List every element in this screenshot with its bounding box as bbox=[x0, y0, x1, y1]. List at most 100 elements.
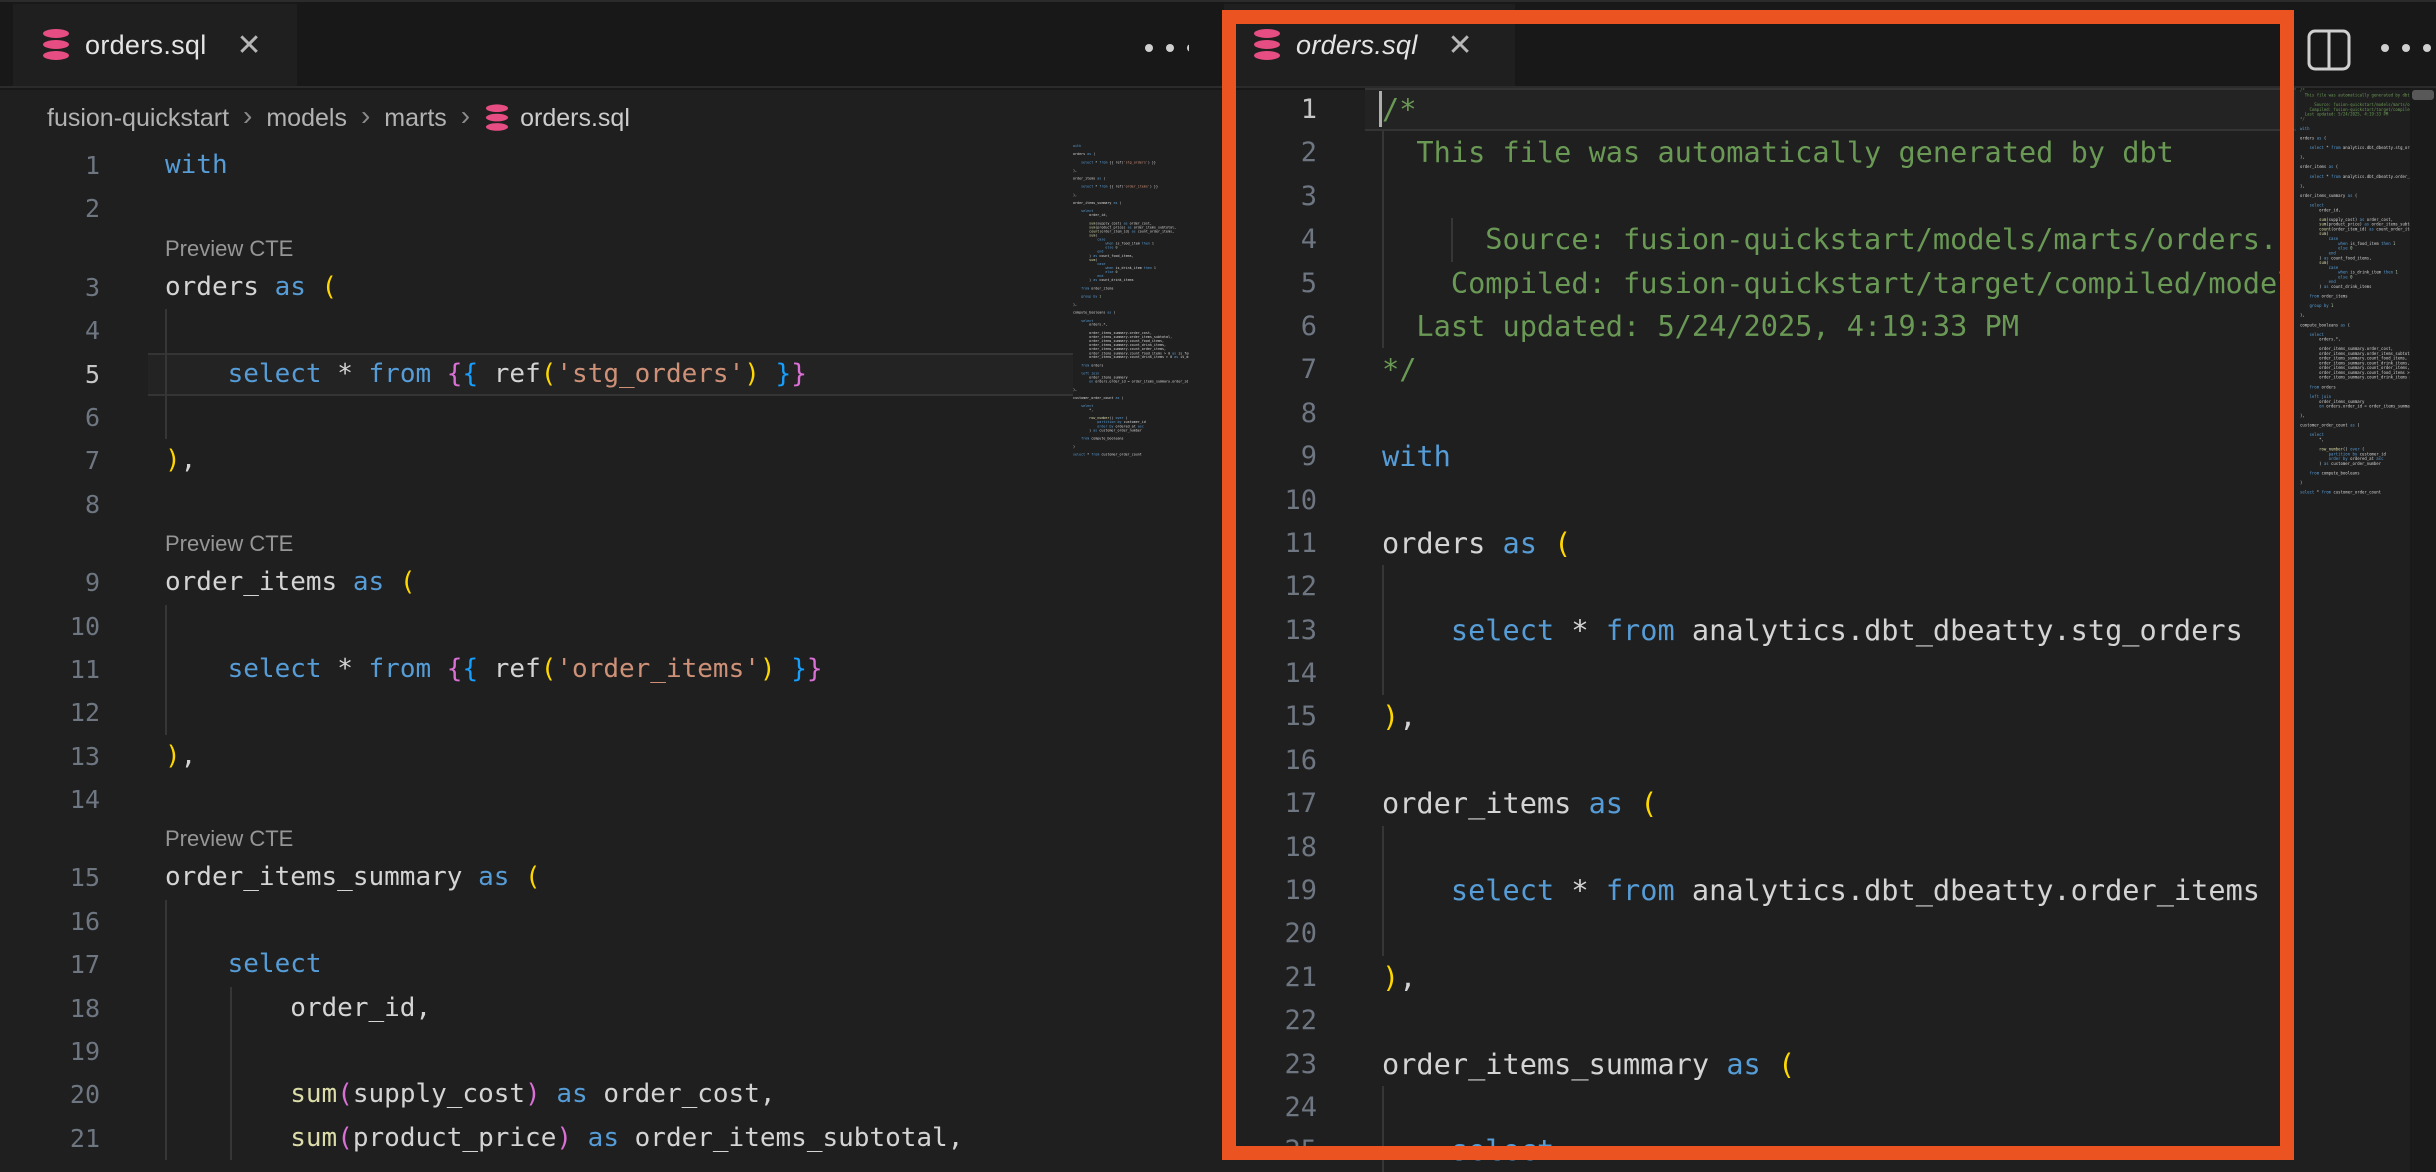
code-token: * bbox=[2324, 174, 2331, 179]
code-line[interactable]: 3 bbox=[1189, 175, 2296, 218]
code-line[interactable]: 10 bbox=[0, 605, 1073, 648]
right-minimap[interactable]: /* This file was automatically generated… bbox=[2300, 88, 2410, 1172]
code-line[interactable]: 12 bbox=[0, 691, 1073, 734]
code-line[interactable]: 19 bbox=[0, 1030, 1073, 1073]
code-line[interactable]: 20 bbox=[1189, 912, 2296, 955]
more-actions-icon[interactable] bbox=[2381, 44, 2431, 52]
code-line[interactable]: 13 select * from analytics.dbt_dbeatty.s… bbox=[1189, 609, 2296, 652]
code-token: as bbox=[478, 862, 509, 892]
code-line[interactable]: 7*/ bbox=[1189, 348, 2296, 391]
line-number: 8 bbox=[0, 483, 100, 526]
code-token: with bbox=[2300, 126, 2310, 131]
minimap-line: order_items_summary as ( bbox=[2300, 193, 2336, 198]
chevron-right-icon: › bbox=[243, 100, 252, 132]
code-line[interactable]: 11 select * from {{ ref('order_items') }… bbox=[0, 648, 1073, 691]
code-token: 0 bbox=[2348, 275, 2353, 280]
code-token: ref bbox=[478, 359, 541, 389]
code-line[interactable]: 2 bbox=[0, 187, 1073, 230]
tab-orders-sql-left[interactable]: orders.sql ✕ bbox=[13, 4, 297, 86]
code-line[interactable]: 7), bbox=[0, 439, 1073, 482]
close-icon[interactable]: ✕ bbox=[237, 28, 262, 63]
code-token bbox=[2300, 385, 2310, 390]
line-number: 16 bbox=[1189, 739, 1317, 782]
code-line[interactable]: 16 bbox=[0, 900, 1073, 943]
code-token bbox=[776, 654, 792, 684]
code-text: order_items_summary as ( bbox=[165, 856, 541, 899]
code-token bbox=[2300, 145, 2310, 150]
code-line[interactable]: 14 bbox=[1189, 652, 2296, 695]
code-line[interactable]: 6 Last updated: 5/24/2025, 4:19:33 PM bbox=[1189, 305, 2296, 348]
codelens-preview-cte[interactable]: Preview CTE bbox=[0, 231, 1073, 266]
code-line[interactable]: 1/* bbox=[1189, 88, 2296, 131]
code-token: from bbox=[369, 359, 432, 389]
code-token: from bbox=[2321, 490, 2331, 495]
code-line[interactable]: 9with bbox=[1189, 435, 2296, 478]
line-number: 25 bbox=[1189, 1129, 1317, 1172]
code-token bbox=[165, 654, 228, 684]
code-token: (order_item_id) bbox=[2331, 227, 2369, 232]
code-line[interactable]: 13), bbox=[0, 735, 1073, 778]
code-token: (order_item_id) bbox=[1099, 229, 1131, 233]
code-token: { bbox=[462, 654, 478, 684]
code-token: customer_order_count bbox=[2300, 423, 2350, 428]
split-editor-icon[interactable] bbox=[2306, 28, 2356, 72]
code-line[interactable]: 4 Source: fusion-quickstart/models/marts… bbox=[1189, 218, 2296, 261]
code-line[interactable]: 12 bbox=[1189, 565, 2296, 608]
code-text: order_items as ( bbox=[165, 561, 415, 604]
code-line[interactable]: 5 Compiled: fusion-quickstart/target/com… bbox=[1189, 262, 2296, 305]
code-line[interactable]: 10 bbox=[1189, 479, 2296, 522]
code-line[interactable]: 25 select bbox=[1189, 1129, 2296, 1172]
code-line[interactable]: 18 bbox=[1189, 826, 2296, 869]
code-token: ( bbox=[541, 654, 557, 684]
code-line[interactable]: 16 bbox=[1189, 739, 2296, 782]
code-line[interactable]: 1with bbox=[0, 144, 1073, 187]
code-line[interactable]: 11orders as ( bbox=[1189, 522, 2296, 565]
left-minimap[interactable]: with orders as ( select * from {{ ref('s… bbox=[1073, 144, 1189, 1172]
code-line[interactable]: 19 select * from analytics.dbt_dbeatty.o… bbox=[1189, 869, 2296, 912]
codelens-preview-cte[interactable]: Preview CTE bbox=[0, 821, 1073, 856]
code-line[interactable]: 4 bbox=[0, 309, 1073, 352]
code-line[interactable]: 9order_items as ( bbox=[0, 561, 1073, 604]
code-line[interactable]: 8 bbox=[1189, 392, 2296, 435]
code-line[interactable]: 21 sum(product_price) as order_items_sub… bbox=[0, 1117, 1073, 1160]
code-line[interactable]: 22 bbox=[1189, 999, 2296, 1042]
code-line[interactable]: 14 bbox=[0, 778, 1073, 821]
breadcrumb-item-file[interactable]: orders.sql bbox=[484, 102, 630, 134]
breadcrumb-item-models[interactable]: models bbox=[266, 104, 347, 133]
code-token: ) bbox=[1382, 699, 1399, 733]
code-text: sum(product_price) as order_items_subtot… bbox=[165, 1117, 963, 1160]
more-actions-icon[interactable] bbox=[1145, 44, 1195, 52]
left-code-editor[interactable]: 1with2Preview CTE3orders as (45 select *… bbox=[0, 144, 1073, 1172]
close-icon[interactable]: ✕ bbox=[1448, 28, 1473, 63]
code-line[interactable]: 21), bbox=[1189, 956, 2296, 999]
codelens-preview-cte[interactable]: Preview CTE bbox=[0, 526, 1073, 561]
right-scrollbar-thumb[interactable] bbox=[2412, 90, 2434, 100]
code-line[interactable]: 18 order_id, bbox=[0, 987, 1073, 1030]
breadcrumb-item-project[interactable]: fusion-quickstart bbox=[47, 104, 229, 133]
code-line[interactable]: 5 select * from {{ ref('stg_orders') }} bbox=[0, 353, 1073, 396]
code-line[interactable]: 6 bbox=[0, 396, 1073, 439]
code-line[interactable]: 2 This file was automatically generated … bbox=[1189, 131, 2296, 174]
code-token: count_drink_items bbox=[1097, 278, 1133, 282]
code-token: supply_cost bbox=[353, 1079, 525, 1109]
code-token: from bbox=[1099, 185, 1107, 189]
code-line[interactable]: 15order_items_summary as ( bbox=[0, 856, 1073, 899]
code-token: order_id, bbox=[165, 993, 431, 1023]
breadcrumb-item-marts[interactable]: marts bbox=[384, 104, 447, 133]
right-scrollbar[interactable] bbox=[2410, 88, 2436, 1172]
tab-orders-sql-right[interactable]: orders.sql ✕ bbox=[1224, 4, 1515, 86]
code-line[interactable]: 20 sum(supply_cost) as order_cost, bbox=[0, 1073, 1073, 1116]
code-text: order_id, bbox=[165, 987, 431, 1030]
code-line[interactable]: 24 bbox=[1189, 1086, 2296, 1129]
right-code-editor[interactable]: 1/*2 This file was automatically generat… bbox=[1189, 88, 2296, 1172]
code-line[interactable]: 15), bbox=[1189, 695, 2296, 738]
code-line[interactable]: 8 bbox=[0, 483, 1073, 526]
code-line[interactable]: 23order_items_summary as ( bbox=[1189, 1043, 2296, 1086]
code-token bbox=[2300, 174, 2310, 179]
code-line[interactable]: 17order_items as ( bbox=[1189, 782, 2296, 825]
code-line[interactable]: 17 select bbox=[0, 943, 1073, 986]
line-number: 1 bbox=[1189, 88, 1317, 131]
code-token bbox=[322, 359, 338, 389]
code-token: 'order_items' bbox=[556, 654, 760, 684]
code-line[interactable]: 3orders as ( bbox=[0, 266, 1073, 309]
